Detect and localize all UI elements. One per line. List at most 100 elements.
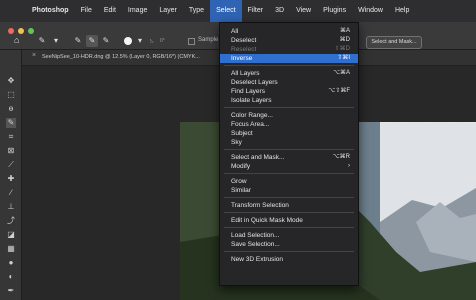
menu-separator (224, 149, 354, 150)
select-menu-item-deselect[interactable]: Deselect ⌘D (220, 36, 358, 45)
gradient-icon[interactable]: ▦ (6, 244, 16, 254)
select-menu-item-grow[interactable]: Grow (220, 177, 358, 186)
menu-separator (224, 251, 354, 252)
select-menu-item-label: Save Selection... (231, 241, 280, 248)
new-selection-icon[interactable]: ✎ (72, 35, 84, 47)
menu-help[interactable]: Help (389, 0, 415, 22)
menu-image[interactable]: Image (122, 0, 153, 22)
select-menu-item-label: Similar (231, 187, 251, 194)
pen-icon[interactable]: ✒ (6, 286, 16, 296)
select-menu-item-save-selection[interactable]: Save Selection... (220, 240, 358, 249)
eraser-icon[interactable]: ◪ (6, 230, 16, 240)
select-menu-item-label: Grow (231, 178, 247, 185)
menu-layer[interactable]: Layer (153, 0, 183, 22)
lasso-icon[interactable]: ɵ (6, 104, 16, 114)
menu-shortcut: ⌥⇧⌘F (328, 88, 350, 94)
select-menu-item-focus-area[interactable]: Focus Area... (220, 120, 358, 129)
subtract-selection-icon[interactable]: ✎ (100, 35, 112, 47)
tool-preset-chevron-icon[interactable]: ▾ (50, 35, 62, 47)
select-menu-item-label: Subject (231, 130, 253, 137)
select-menu-item-select-and-mask[interactable]: Select and Mask... ⌥⌘R (220, 153, 358, 162)
select-menu-item-reselect: Reselect ⇧⌘D (220, 45, 358, 54)
blur-icon[interactable]: ● (6, 258, 16, 268)
select-menu-item-label: All (231, 28, 239, 35)
select-menu-item-find-layers[interactable]: Find Layers ⌥⇧⌘F (220, 87, 358, 96)
healing-icon[interactable]: ✚ (6, 174, 16, 184)
home-icon[interactable]: ⌂ (14, 35, 19, 45)
select-menu-item-transform-selection[interactable]: Transform Selection (220, 201, 358, 210)
move-icon[interactable]: ✥ (6, 76, 16, 86)
select-menu-item-color-range[interactable]: Color Range... (220, 111, 358, 120)
history-brush-icon[interactable]: ⤴ (6, 216, 16, 226)
select-menu-item-label: Sky (231, 139, 242, 146)
select-menu-item-deselect-layers[interactable]: Deselect Layers (220, 78, 358, 87)
submenu-arrow-icon: › (348, 163, 350, 169)
quick-select-icon[interactable]: ✎ (6, 118, 16, 128)
eyedropper-icon[interactable]: ⟋ (6, 160, 16, 170)
menu-separator (224, 212, 354, 213)
menu-shortcut: ⌥⌘R (332, 154, 350, 160)
angle-value[interactable]: 0° (160, 38, 165, 45)
crop-icon[interactable]: ⌗ (6, 132, 16, 142)
select-menu-item-subject[interactable]: Subject (220, 129, 358, 138)
quick-select-tool-icon[interactable]: ✎ (36, 35, 48, 47)
zoom-window-icon[interactable] (28, 28, 34, 34)
angle-icon: ◺ (150, 38, 154, 44)
menu-shortcut: ⌘D (339, 37, 350, 43)
stamp-icon[interactable]: ⊥ (6, 202, 16, 212)
select-menu-item-inverse[interactable]: Inverse ⇧⌘I (220, 54, 358, 63)
menu-separator (224, 107, 354, 108)
menu-bar: Photoshop File Edit Image Layer Type Sel… (0, 0, 476, 22)
tools-panel: ✥ ⬚ ɵ ✎ ⌗ ⊠ ⟋ ✚ ∕ ⊥ ⤴ ◪ ▦ ● ◐ ✒ (0, 50, 22, 300)
brush-icon[interactable]: ∕ (6, 188, 16, 198)
menu-shortcut: ⇧⌘I (337, 55, 350, 61)
select-menu-item-label: Isolate Layers (231, 97, 272, 104)
brush-chevron-icon[interactable]: ▾ (134, 35, 146, 47)
select-menu-item-label: Modify (231, 163, 251, 170)
brush-size-icon[interactable] (124, 37, 132, 45)
menu-shortcut: ⌘A (339, 28, 350, 34)
menu-view[interactable]: View (290, 0, 317, 22)
menu-edit[interactable]: Edit (98, 0, 122, 22)
select-menu-item-similar[interactable]: Similar (220, 186, 358, 195)
select-menu-dropdown: All ⌘A Deselect ⌘D Reselect ⇧⌘D Inverse ⇧⌘I All … (219, 22, 359, 286)
select-menu-item-modify[interactable]: Modify › (220, 162, 358, 171)
select-menu-item-sky[interactable]: Sky (220, 138, 358, 147)
select-menu-item-label: Inverse (231, 55, 253, 62)
select-menu-item-load-selection[interactable]: Load Selection... (220, 231, 358, 240)
select-menu-item-label: Deselect (231, 37, 257, 44)
select-menu-item-label: All Layers (231, 70, 260, 77)
select-menu-item-isolate-layers[interactable]: Isolate Layers (220, 96, 358, 105)
menu-file[interactable]: File (75, 0, 98, 22)
document-tab-label: SeeNipSee_10-HDR.dng @ 12.5% (Layer 0, R… (42, 54, 200, 60)
dodge-icon[interactable]: ◐ (6, 272, 16, 282)
close-window-icon[interactable] (8, 28, 14, 34)
menu-separator (224, 227, 354, 228)
select-menu-item-label: Load Selection... (231, 232, 280, 239)
select-menu-item-label: Focus Area... (231, 121, 270, 128)
marquee-icon[interactable]: ⬚ (6, 90, 16, 100)
select-menu-item-edit-in-quick-mask-mode[interactable]: Edit in Quick Mask Mode (220, 216, 358, 225)
sample-all-layers-label: Sample (198, 37, 219, 43)
select-menu-item-label: Color Range... (231, 112, 273, 119)
menu-filter[interactable]: Filter (242, 0, 270, 22)
add-to-selection-icon[interactable]: ✎ (86, 35, 98, 47)
select-and-mask-button[interactable]: Select and Mask... (366, 36, 422, 49)
menu-photoshop[interactable]: Photoshop (26, 0, 75, 22)
select-menu-item-new-3d-extrusion[interactable]: New 3D Extrusion (220, 255, 358, 264)
sample-all-layers-checkbox[interactable] (188, 38, 195, 45)
menu-shortcut: ⌥⌘A (333, 70, 350, 76)
menu-separator (224, 173, 354, 174)
menu-plugins[interactable]: Plugins (317, 0, 352, 22)
menu-window[interactable]: Window (352, 0, 389, 22)
frame-icon[interactable]: ⊠ (6, 146, 16, 156)
menu-select[interactable]: Select (210, 0, 242, 22)
menu-shortcut: ⇧⌘D (334, 46, 350, 52)
menu-3d[interactable]: 3D (269, 0, 290, 22)
select-menu-item-all-layers[interactable]: All Layers ⌥⌘A (220, 69, 358, 78)
select-menu-item-all[interactable]: All ⌘A (220, 27, 358, 36)
minimize-window-icon[interactable] (18, 28, 24, 34)
select-menu-item-label: Find Layers (231, 88, 265, 95)
menu-type[interactable]: Type (183, 0, 210, 22)
close-tab-icon[interactable]: × (32, 52, 36, 59)
